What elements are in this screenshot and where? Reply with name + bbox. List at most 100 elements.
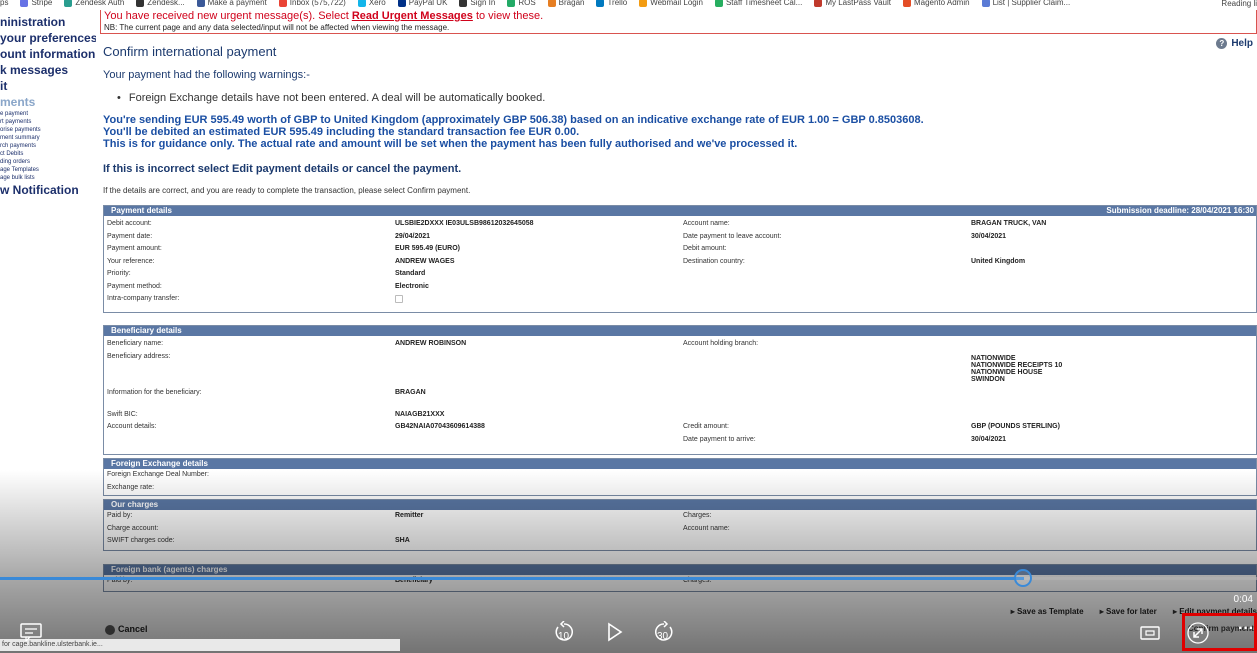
bookmark-item[interactable]: Bragan bbox=[547, 0, 584, 7]
bookmark-icon bbox=[981, 0, 990, 7]
field-value: Standard bbox=[395, 270, 426, 277]
field-value: SHA bbox=[395, 537, 410, 544]
nav-item-new-notification[interactable]: w Notification bbox=[0, 182, 96, 198]
nav-sub-search-payments[interactable]: rch payments bbox=[0, 142, 96, 150]
notice-text: You have received new urgent message(s).… bbox=[104, 10, 352, 22]
bookmark-item[interactable]: Make a payment bbox=[196, 0, 267, 7]
field-label: Destination country: bbox=[683, 257, 745, 265]
bookmark-icon bbox=[902, 0, 911, 7]
bookmark-item[interactable]: List | Supplier Claim... bbox=[981, 0, 1070, 7]
nav-sub-manage-bulk-lists[interactable]: age bulk lists bbox=[0, 174, 96, 182]
field-label: Priority: bbox=[107, 270, 131, 277]
field-label: Paid by: bbox=[107, 512, 133, 519]
cancel-button[interactable]: Cancel bbox=[105, 624, 148, 635]
nav-item-account-information[interactable]: ount information bbox=[0, 46, 96, 62]
table-row: Beneficiary name: ANDREW ROBINSON Accoun… bbox=[104, 338, 1256, 351]
bookmark-item[interactable]: ps bbox=[0, 0, 8, 7]
nav-sub-manage-templates[interactable]: age Templates bbox=[0, 166, 96, 174]
bookmark-label: PayPal UK bbox=[408, 0, 448, 8]
bookmark-item[interactable]: Zendesk Auth bbox=[64, 0, 124, 7]
bookmark-label: Zendesk... bbox=[147, 0, 185, 8]
notice-note: NB: The current page and any data select… bbox=[104, 23, 450, 32]
table-row: Beneficiary address: NATIONWIDE NATIONWI… bbox=[104, 351, 1256, 387]
warning-item: Foreign Exchange details have not been e… bbox=[117, 92, 545, 104]
field-value: GBP (POUNDS STERLING) bbox=[971, 423, 1060, 430]
page-title: Confirm international payment bbox=[103, 44, 277, 59]
field-label: Date payment to leave account: bbox=[683, 232, 782, 240]
bookmark-item[interactable]: Staff Timesheet Cal... bbox=[714, 0, 803, 8]
nav-item-administration[interactable]: ninistration bbox=[0, 14, 96, 30]
panel-title: Beneficiary details bbox=[111, 326, 182, 335]
bookmarks-bar: ps Stripe Zendesk Auth Zendesk... Make a pay… bbox=[0, 0, 1257, 10]
table-row: Foreign Exchange Deal Number: bbox=[104, 469, 1256, 482]
bookmark-item[interactable]: My LastPass Vault bbox=[814, 0, 891, 7]
bookmark-label: ps bbox=[0, 0, 9, 8]
reading-list-button[interactable]: Reading li bbox=[1221, 0, 1257, 8]
bookmark-label: Staff Timesheet Cal... bbox=[725, 0, 803, 8]
cancel-icon bbox=[105, 624, 115, 635]
nav-item-bank-messages[interactable]: k messages bbox=[0, 62, 96, 78]
payment-details-panel: Payment details Submission deadline: 28/0… bbox=[103, 205, 1257, 313]
bookmark-item[interactable]: Webmail Login bbox=[639, 0, 703, 7]
bookmark-label: Inbox (575,722) bbox=[289, 0, 346, 8]
bookmark-item[interactable]: PayPal UK bbox=[397, 0, 448, 8]
nav-sub-direct-debits[interactable]: ct Debits bbox=[0, 150, 96, 158]
table-row: Priority: Standard bbox=[104, 268, 1256, 281]
bookmark-item[interactable]: Sign In bbox=[459, 0, 495, 7]
table-row: Account details: GB42NAIA07043609614388 … bbox=[104, 421, 1256, 434]
beneficiary-details-panel: Beneficiary details Beneficiary name: AN… bbox=[103, 325, 1257, 455]
table-row: Payment method: Electronic bbox=[104, 281, 1256, 294]
nav-sub-make-payment[interactable]: e payment bbox=[0, 110, 96, 118]
complete-instruction: If the details are correct, and you are … bbox=[103, 186, 471, 195]
highlight-box bbox=[1182, 613, 1257, 651]
bookmark-item[interactable]: Stripe bbox=[20, 0, 52, 7]
nav-item-preferences[interactable]: your preferences bbox=[0, 30, 96, 46]
bookmark-item[interactable]: Inbox (575,722) bbox=[278, 0, 346, 8]
table-row: Charge account: Account name: bbox=[104, 523, 1256, 536]
nav-sub-import-payments[interactable]: rt payments bbox=[0, 118, 96, 126]
field-label: Debit account: bbox=[107, 220, 152, 227]
urgent-message-notice: You have received new urgent message(s).… bbox=[100, 10, 1257, 34]
bookmark-icon bbox=[596, 0, 605, 7]
nav-sub-payment-summary[interactable]: ment summary bbox=[0, 134, 96, 142]
bookmark-icon bbox=[459, 0, 468, 7]
bookmark-item[interactable]: Xero bbox=[357, 0, 386, 7]
cast-icon[interactable] bbox=[1140, 626, 1160, 640]
intra-company-checkbox[interactable] bbox=[395, 295, 403, 303]
panel-header: Our charges bbox=[104, 500, 1256, 510]
bookmark-item[interactable]: Magento Admin bbox=[902, 0, 970, 7]
table-row: Intra-company transfer: bbox=[104, 293, 1256, 306]
status-bar-url: for cage.bankline.ulsterbank.ie... bbox=[0, 639, 400, 651]
bookmark-item[interactable]: Trello bbox=[596, 0, 627, 7]
branch-line: NATIONWIDE HOUSE bbox=[971, 368, 1043, 376]
field-label: Account name: bbox=[683, 220, 730, 227]
bookmark-label: ROS bbox=[518, 0, 536, 8]
read-urgent-messages-link[interactable]: Read Urgent Messages bbox=[352, 10, 473, 22]
field-value: ANDREW WAGES bbox=[395, 257, 455, 265]
help-link[interactable]: ? Help bbox=[1216, 38, 1253, 49]
nav-item-audit[interactable]: it bbox=[0, 78, 96, 94]
bookmark-item[interactable]: Zendesk... bbox=[136, 0, 185, 8]
field-label: Swift BIC: bbox=[107, 410, 138, 418]
video-progress-bar[interactable] bbox=[0, 577, 1257, 580]
panel-title: Payment details bbox=[111, 206, 172, 215]
bookmark-label: Stripe bbox=[31, 0, 53, 8]
field-label: SWIFT charges code: bbox=[107, 537, 175, 544]
bookmark-icon bbox=[547, 0, 556, 7]
captions-icon[interactable] bbox=[20, 623, 42, 641]
video-scrubber-handle[interactable] bbox=[1014, 569, 1032, 587]
nav-sub-standing-orders[interactable]: ding orders bbox=[0, 158, 96, 166]
save-for-later-link[interactable]: Save for later bbox=[1100, 607, 1157, 616]
field-label: Account name: bbox=[683, 524, 730, 532]
bookmark-icon bbox=[714, 0, 723, 7]
nav-sub-authorise-payments[interactable]: orise payments bbox=[0, 126, 96, 134]
table-row: Information for the beneficiary: BRAGAN bbox=[104, 387, 1256, 409]
warnings-intro: Your payment had the following warnings:… bbox=[103, 69, 310, 81]
save-as-template-link[interactable]: Save as Template bbox=[1011, 607, 1084, 616]
play-icon[interactable] bbox=[606, 622, 624, 642]
table-row: Swift BIC: NAIAGB21XXX bbox=[104, 409, 1256, 422]
nav-section-payments[interactable]: ments bbox=[0, 94, 96, 110]
submission-deadline: Submission deadline: 28/04/2021 16:30 bbox=[1106, 206, 1254, 215]
table-row: Paid by: Remitter Charges: bbox=[104, 510, 1256, 523]
bookmark-item[interactable]: ROS bbox=[507, 0, 536, 8]
